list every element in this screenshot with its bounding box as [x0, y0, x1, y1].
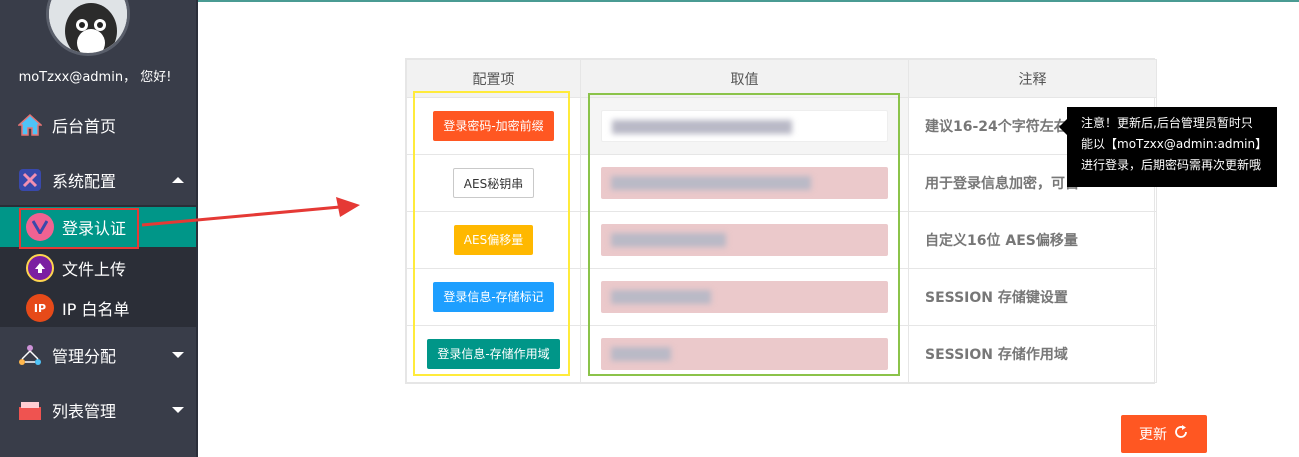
sidebar-item-label: 后台首页: [52, 117, 117, 136]
refresh-icon: [1173, 424, 1189, 444]
tooltip-line: 进行登录，后期密码需再次更新哦: [1081, 158, 1262, 172]
sidebar-item-label: IP 白名单: [62, 300, 130, 319]
update-button-label: 更新: [1139, 427, 1167, 443]
label-column-highlight: [413, 91, 570, 376]
sidebar-item-ip-whitelist[interactable]: IP IP 白名单: [0, 288, 196, 328]
highlight-box: [19, 208, 139, 249]
annotation-arrow: [141, 197, 360, 227]
sidebar-item-label: 列表管理: [52, 402, 117, 421]
chevron-down-icon: [172, 352, 184, 358]
sidebar-item-list-manage[interactable]: 列表管理: [0, 385, 196, 435]
ip-icon: IP: [26, 294, 54, 322]
greeting-text: moTzxx@admin， 您好!: [18, 70, 172, 85]
list-icon: [17, 397, 43, 423]
org-icon: [17, 342, 43, 368]
sidebar-item-home[interactable]: 后台首页: [0, 100, 196, 150]
sidebar-item-file-upload[interactable]: 文件上传: [0, 248, 196, 288]
tooltip-line: 注意！更新后,后台管理员暂时只: [1081, 116, 1253, 130]
sidebar-item-label: 系统配置: [52, 172, 117, 191]
chevron-up-icon: [172, 177, 184, 183]
tooltip: 注意！更新后,后台管理员暂时只 能以【moTzxx@admin:admin】 进…: [1059, 107, 1277, 187]
sidebar-item-manage-assign[interactable]: 管理分配: [0, 330, 196, 380]
sidebar-item-label: 管理分配: [52, 347, 117, 366]
tools-icon: [17, 167, 43, 193]
tooltip-line: 能以【moTzxx@admin:admin】: [1081, 137, 1268, 151]
value-column-highlight: [588, 93, 900, 376]
note-text: 自定义16位 AES偏移量: [908, 211, 1157, 269]
column-header: 注释: [908, 59, 1157, 98]
upload-icon: [26, 254, 54, 282]
note-text: SESSION 存储键设置: [908, 268, 1157, 326]
home-icon: [17, 112, 43, 138]
top-accent-line: [198, 0, 1299, 2]
update-button[interactable]: 更新: [1121, 415, 1207, 453]
sidebar-item-label: 文件上传: [62, 260, 127, 279]
note-text: SESSION 存储作用域: [908, 325, 1157, 383]
column-header: 取值: [580, 59, 909, 98]
chevron-down-icon: [172, 407, 184, 413]
